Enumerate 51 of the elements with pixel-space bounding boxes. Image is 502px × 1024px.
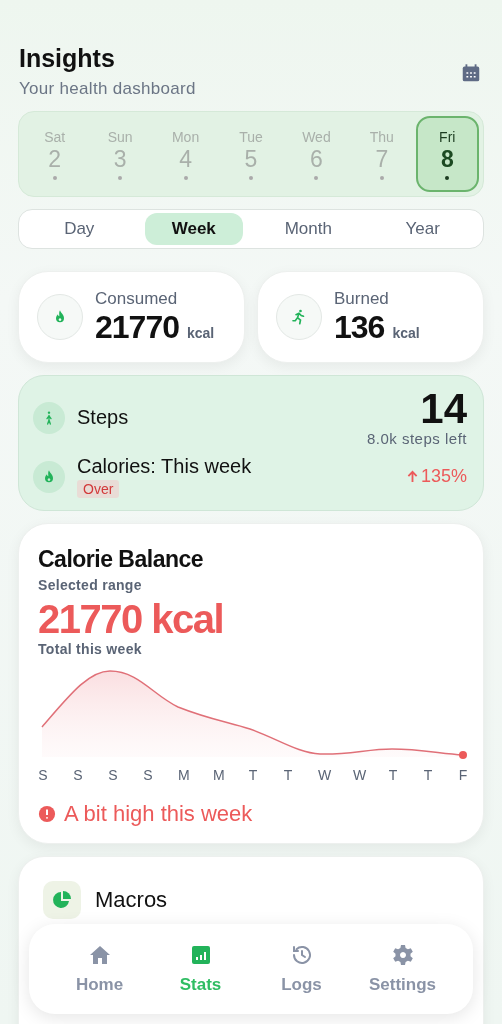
- axis-label: M: [213, 767, 223, 783]
- calendar-icon[interactable]: [460, 62, 482, 84]
- card-subtitle: Selected range: [38, 577, 143, 593]
- status-badge: Over: [77, 480, 120, 498]
- up-arrow-icon: [406, 470, 418, 483]
- page-subtitle: Your health dashboard: [19, 79, 196, 99]
- day-item[interactable]: Sun 3: [88, 116, 152, 192]
- range-tab[interactable]: Year: [373, 213, 472, 245]
- alert-message: A bit high this week: [64, 801, 253, 827]
- nav-tab[interactable]: Logs: [251, 942, 352, 996]
- summary-label: Burned: [334, 288, 390, 309]
- summary-label: Consumed: [95, 288, 179, 309]
- axis-label: S: [108, 767, 118, 783]
- nav-tab[interactable]: Home: [49, 942, 150, 996]
- range-tab[interactable]: Month: [259, 213, 358, 245]
- page-title: Insights: [19, 44, 116, 73]
- card-title: Calorie Balance: [38, 546, 205, 573]
- change-percent: 135%: [420, 466, 467, 487]
- range-tab[interactable]: Day: [30, 213, 129, 245]
- day-item[interactable]: Sat 2: [23, 116, 87, 192]
- total-value: 21770 kcal: [38, 597, 225, 641]
- steps-note: 8.0k steps left: [366, 430, 467, 447]
- axis-label: S: [143, 767, 153, 783]
- nav-tab[interactable]: Settings: [352, 942, 453, 996]
- steps-value: 14: [420, 388, 467, 430]
- axis-label: M: [178, 767, 188, 783]
- axis-label: T: [423, 767, 433, 783]
- summary-value: 21770: [95, 308, 179, 346]
- day-item[interactable]: Mon 4: [153, 116, 218, 192]
- axis-label: T: [388, 767, 398, 783]
- total-caption: Total this week: [38, 641, 143, 657]
- axis-label: S: [73, 767, 83, 783]
- alert-icon: [38, 805, 56, 823]
- unit-label: kcal: [187, 324, 215, 341]
- day-item[interactable]: Thu 7: [350, 116, 414, 192]
- summary-value: 136: [334, 308, 385, 346]
- day-item[interactable]: Tue 5: [219, 116, 283, 192]
- day-item[interactable]: Fri 8: [415, 116, 479, 192]
- day-item[interactable]: Wed 6: [284, 116, 349, 192]
- goal-label: Steps: [77, 406, 129, 429]
- unit-label: kcal: [392, 324, 420, 341]
- axis-label: T: [283, 767, 293, 783]
- range-tab[interactable]: Week: [144, 213, 243, 245]
- axis-label: T: [248, 767, 258, 783]
- pie-chart-icon: [52, 890, 72, 910]
- settings-icon: [390, 943, 415, 967]
- card-title: Macros: [95, 887, 168, 913]
- axis-label: F: [458, 767, 468, 783]
- axis-label: S: [38, 767, 48, 783]
- goal-label: Calories: This week: [77, 455, 252, 478]
- nav-tab[interactable]: Stats: [150, 942, 251, 996]
